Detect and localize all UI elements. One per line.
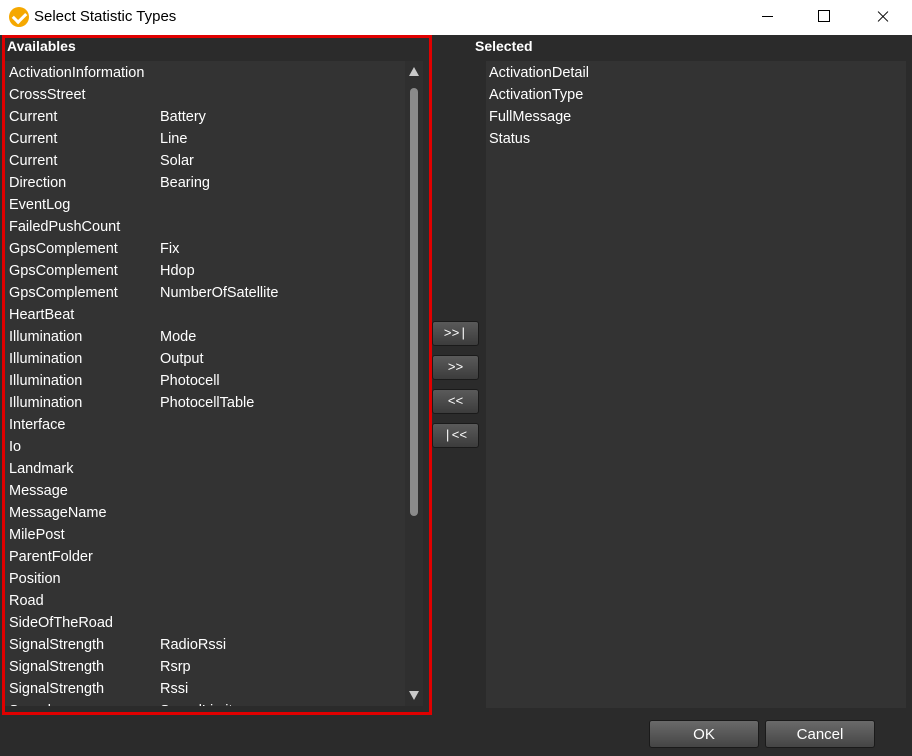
list-item-category: Illumination	[9, 351, 83, 367]
remove-button[interactable]: <<	[432, 389, 479, 414]
list-item[interactable]: Message	[5, 480, 405, 502]
close-button[interactable]	[853, 0, 911, 33]
selected-list[interactable]: ActivationDetail ActivationType FullMessag…	[486, 61, 906, 708]
list-item-category: Current	[9, 109, 58, 125]
list-item-category: Landmark	[9, 461, 74, 477]
list-item-category: SignalStrength	[9, 637, 105, 653]
scroll-thumb[interactable]	[410, 88, 418, 516]
list-item[interactable]: SideOfTheRoad	[5, 612, 405, 634]
list-item-category: ActivationInformation	[9, 65, 145, 81]
list-item[interactable]: MessageName	[5, 502, 405, 524]
list-item[interactable]: Illumination Output	[5, 348, 405, 370]
list-item-category: Position	[9, 571, 61, 587]
list-item[interactable]: Current Line	[5, 128, 405, 150]
list-item[interactable]: ActivationType	[489, 84, 583, 106]
maximize-button[interactable]	[795, 0, 853, 33]
list-item-category: ParentFolder	[9, 549, 93, 565]
list-item-category: Interface	[9, 417, 66, 433]
add-all-button[interactable]: >>|	[432, 321, 479, 346]
list-item[interactable]: Current Solar	[5, 150, 405, 172]
list-item-subtype: Rsrp	[160, 659, 191, 675]
list-item-category: EventLog	[9, 197, 71, 213]
list-item-category: GpsComplement	[9, 285, 118, 301]
list-item-category: Speed	[9, 700, 51, 706]
list-item[interactable]: Landmark	[5, 458, 405, 480]
scroll-up-arrow-icon[interactable]	[409, 67, 419, 76]
list-item-subtype: Mode	[160, 329, 197, 345]
list-item[interactable]: ActivationDetail	[489, 62, 589, 84]
availables-scrollbar[interactable]	[405, 61, 423, 706]
list-item-category: HeartBeat	[9, 307, 75, 323]
list-item-category: Current	[9, 131, 58, 147]
cancel-button[interactable]: Cancel	[765, 720, 875, 748]
list-item[interactable]: ActivationInformation	[5, 62, 405, 84]
list-item-subtype: Fix	[160, 241, 180, 257]
list-item[interactable]: Status	[489, 128, 530, 150]
window-title: Select Statistic Types	[34, 8, 177, 25]
list-item[interactable]: GpsComplement Fix	[5, 238, 405, 260]
list-item[interactable]: GpsComplement NumberOfSatellite	[5, 282, 405, 304]
list-item-category: SignalStrength	[9, 659, 105, 675]
list-item-subtype: Output	[160, 351, 204, 367]
list-item-subtype: Solar	[160, 153, 194, 169]
list-item[interactable]: Io	[5, 436, 405, 458]
list-item-category: CrossStreet	[9, 87, 86, 103]
list-item[interactable]: HeartBeat	[5, 304, 405, 326]
list-item-subtype: Line	[160, 131, 188, 147]
list-item[interactable]: CrossStreet	[5, 84, 405, 106]
list-item-subtype: Battery	[160, 109, 206, 125]
remove-all-button[interactable]: |<<	[432, 423, 479, 448]
list-item[interactable]: Position	[5, 568, 405, 590]
availables-list[interactable]: ActivationInformation CrossStreet Current B…	[5, 61, 405, 706]
list-item-category: Direction	[9, 175, 67, 191]
availables-label: Availables	[7, 38, 76, 54]
list-item-subtype: NumberOfSatellite	[160, 285, 279, 301]
list-item[interactable]: ParentFolder	[5, 546, 405, 568]
list-item[interactable]: Interface	[5, 414, 405, 436]
list-item[interactable]: FailedPushCount	[5, 216, 405, 238]
list-item-category: MessageName	[9, 505, 107, 521]
list-item-category: FailedPushCount	[9, 219, 121, 235]
list-item-subtype: Photocell	[160, 373, 220, 389]
list-item[interactable]: SignalStrength Rssi	[5, 678, 405, 700]
list-item[interactable]: Illumination Mode	[5, 326, 405, 348]
list-item-category: Road	[9, 593, 44, 609]
list-item[interactable]: SignalStrength RadioRssi	[5, 634, 405, 656]
list-item[interactable]: MilePost	[5, 524, 405, 546]
list-item[interactable]: Current Battery	[5, 106, 405, 128]
title-bar: Select Statistic Types	[0, 0, 912, 35]
list-item[interactable]: GpsComplement Hdop	[5, 260, 405, 282]
list-item-category: Message	[9, 483, 68, 499]
minimize-button[interactable]	[738, 0, 796, 33]
list-item-subtype: Rssi	[160, 681, 189, 697]
list-item[interactable]: Speed SpeedLimit	[5, 700, 405, 706]
list-item-category: Illumination	[9, 395, 83, 411]
list-item-subtype: Bearing	[160, 175, 210, 191]
list-item-category: Io	[9, 439, 22, 455]
list-item[interactable]: Direction Bearing	[5, 172, 405, 194]
scroll-down-arrow-icon[interactable]	[409, 691, 419, 700]
list-item-category: SignalStrength	[9, 681, 105, 697]
list-item-subtype: PhotocellTable	[160, 395, 255, 411]
list-item-category: GpsComplement	[9, 263, 118, 279]
list-item-category: Illumination	[9, 329, 83, 345]
list-item-category: MilePost	[9, 527, 65, 543]
list-item[interactable]: FullMessage	[489, 106, 571, 128]
app-logo-icon	[9, 7, 29, 27]
list-item-category: Current	[9, 153, 58, 169]
list-item[interactable]: SignalStrength Rsrp	[5, 656, 405, 678]
list-item-subtype: RadioRssi	[160, 637, 227, 653]
list-item-category: SideOfTheRoad	[9, 615, 113, 631]
list-item[interactable]: Illumination Photocell	[5, 370, 405, 392]
list-item-category: GpsComplement	[9, 241, 118, 257]
add-button[interactable]: >>	[432, 355, 479, 380]
list-item[interactable]: EventLog	[5, 194, 405, 216]
ok-button[interactable]: OK	[649, 720, 759, 748]
list-item[interactable]: Illumination PhotocellTable	[5, 392, 405, 414]
list-item-subtype: Hdop	[160, 263, 195, 279]
selected-label: Selected	[475, 38, 533, 54]
list-item-category: Illumination	[9, 373, 83, 389]
list-item-subtype: SpeedLimit	[160, 700, 233, 706]
list-item[interactable]: Road	[5, 590, 405, 612]
